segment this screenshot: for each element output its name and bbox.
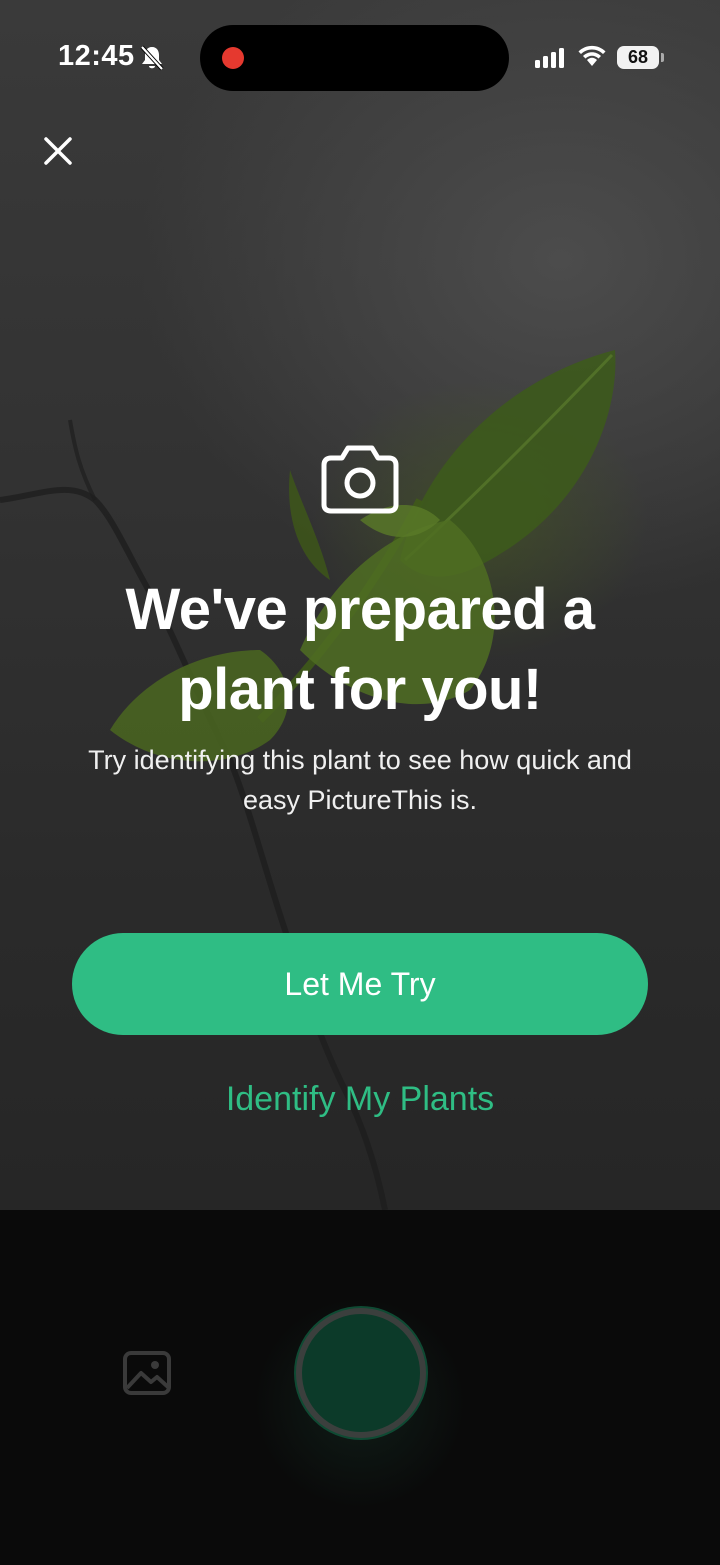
battery-tip xyxy=(661,53,664,62)
dialog-title: We've prepared a plant for you! xyxy=(125,577,595,722)
let-me-try-button[interactable]: Let Me Try xyxy=(72,933,648,1035)
identify-my-plants-link[interactable]: Identify My Plants xyxy=(160,1080,560,1119)
dynamic-island xyxy=(200,25,509,91)
close-icon xyxy=(44,137,72,165)
recording-indicator-icon xyxy=(222,47,244,69)
shutter-button[interactable] xyxy=(296,1308,426,1438)
bell-slash-icon xyxy=(140,45,164,71)
camera-icon xyxy=(321,445,399,514)
dialog-subtitle: Try identifying this plant to see how qu… xyxy=(88,745,632,815)
cellular-signal-icon xyxy=(535,48,564,68)
close-button[interactable] xyxy=(38,131,78,171)
wifi-icon xyxy=(578,45,606,66)
status-bar: 12:45 68 xyxy=(0,0,720,115)
status-time: 12:45 xyxy=(58,40,135,72)
camera-controls-bar xyxy=(0,1210,720,1565)
battery-icon: 68 xyxy=(617,46,659,69)
gallery-image-icon[interactable] xyxy=(122,1350,172,1396)
